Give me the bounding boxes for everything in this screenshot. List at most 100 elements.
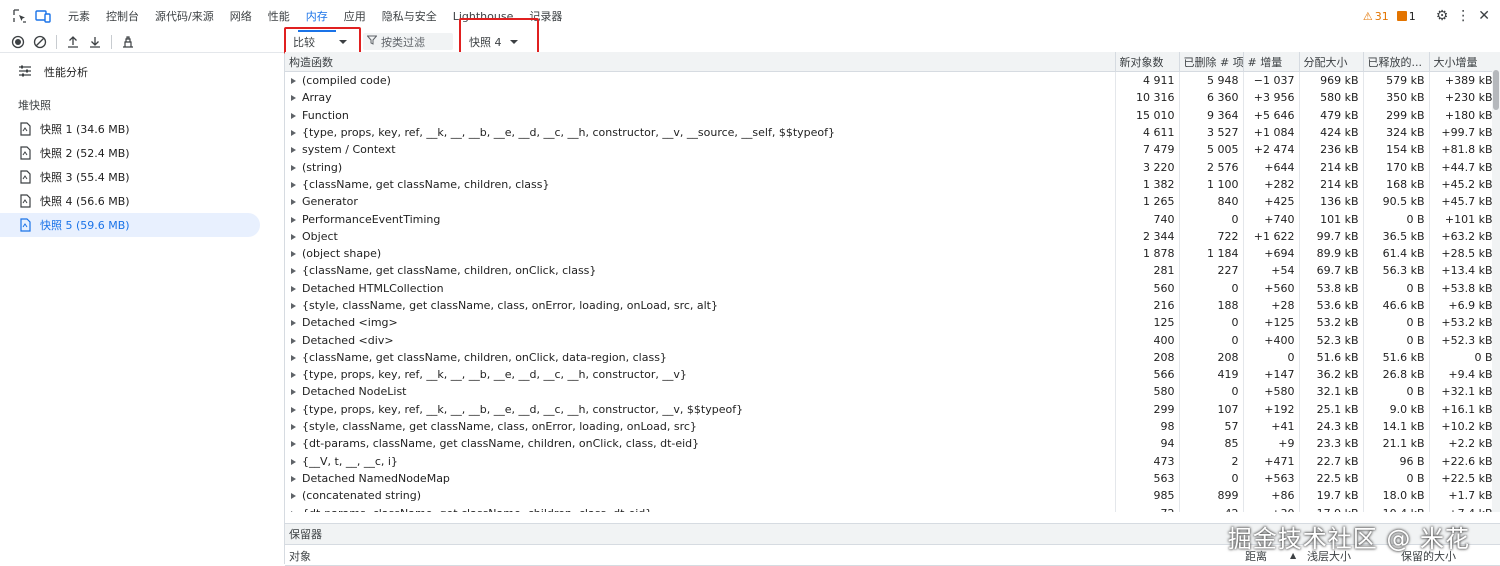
expand-arrow-icon[interactable] <box>291 251 296 258</box>
expand-arrow-icon[interactable] <box>291 389 296 396</box>
garbage-collect-icon[interactable] <box>120 34 136 50</box>
expand-arrow-icon[interactable] <box>291 372 296 379</box>
table-row[interactable]: {dt-params, className, get className, ch… <box>285 435 1498 453</box>
more-options-icon[interactable]: ⋮ <box>1456 8 1470 24</box>
table-row[interactable]: (string) 3 220 2 576 +644 214 kB 170 kB +44.7 … <box>285 158 1498 176</box>
expand-arrow-icon[interactable] <box>291 199 296 206</box>
table-row[interactable]: Detached <div> 400 0 +400 52.3 kB 0 B +52.3 kB <box>285 331 1498 349</box>
table-row[interactable]: {type, props, key, ref, __k, __, __b, __… <box>285 123 1498 142</box>
table-row[interactable]: {style, className, get className, class,… <box>285 417 1498 436</box>
column-header-2[interactable]: 已删除 # 项 <box>1179 52 1244 72</box>
tab-3[interactable]: 网络 <box>222 0 260 32</box>
value-cell: 69.7 kB <box>1299 262 1364 280</box>
expand-arrow-icon[interactable] <box>291 354 296 361</box>
vertical-scrollbar[interactable] <box>1492 52 1500 512</box>
table-row[interactable]: Object 2 344 722 +1 622 99.7 kB 36.5 kB +63.2 … <box>285 227 1498 245</box>
expand-arrow-icon[interactable] <box>291 130 296 137</box>
inspect-element-icon[interactable] <box>12 8 28 24</box>
expand-arrow-icon[interactable] <box>291 510 296 512</box>
table-row[interactable]: Generator 1 265 840 +425 136 kB 90.5 kB +45.7 … <box>285 193 1498 211</box>
expand-arrow-icon[interactable] <box>291 233 296 240</box>
download-icon[interactable] <box>87 34 103 50</box>
tab-7[interactable]: 隐私与安全 <box>374 0 445 32</box>
table-row[interactable]: {type, props, key, ref, __k, __, __b, __… <box>285 400 1498 418</box>
record-icon[interactable] <box>10 34 26 50</box>
expand-arrow-icon[interactable] <box>291 424 296 431</box>
table-row[interactable]: {className, get className, children, cla… <box>285 175 1498 194</box>
snapshot-item-1[interactable]: 快照 1 (34.6 MB) <box>0 117 260 141</box>
value-cell: 52.3 kB <box>1299 331 1364 349</box>
table-row[interactable]: Array 10 316 6 360 +3 956 580 kB 350 kB +230 k… <box>285 89 1498 107</box>
retainers-col-object[interactable]: 对象 <box>289 548 311 564</box>
value-cell: 0 <box>1179 469 1244 488</box>
value-cell: 985 <box>1115 487 1180 505</box>
expand-arrow-icon[interactable] <box>291 268 296 275</box>
close-icon[interactable]: ✕ <box>1478 8 1490 24</box>
column-header-1[interactable]: 新对象数 <box>1115 52 1180 72</box>
value-cell: 580 kB <box>1299 89 1364 107</box>
table-row[interactable]: {style, className, get className, class,… <box>285 296 1498 315</box>
table-row[interactable]: PerformanceEventTiming 740 0 +740 101 kB 0 B +… <box>285 210 1498 228</box>
clear-icon[interactable] <box>32 34 48 50</box>
tab-2[interactable]: 源代码/来源 <box>147 0 222 32</box>
expand-arrow-icon[interactable] <box>291 320 296 327</box>
expand-arrow-icon[interactable] <box>291 112 296 119</box>
expand-arrow-icon[interactable] <box>291 406 296 413</box>
expand-arrow-icon[interactable] <box>291 216 296 223</box>
snapshot-item-2[interactable]: 快照 2 (52.4 MB) <box>0 141 260 165</box>
snapshot-item-5[interactable]: 快照 5 (59.6 MB) <box>0 213 260 237</box>
constructor-cell: {style, className, get className, class,… <box>285 417 1116 436</box>
table-row[interactable]: Detached NodeList 580 0 +580 32.1 kB 0 B +32.1… <box>285 383 1498 401</box>
table-row[interactable]: Detached HTMLCollection 560 0 +560 53.8 kB 0 … <box>285 279 1498 297</box>
value-cell: +81.8 kB <box>1429 141 1498 159</box>
value-cell: +580 <box>1243 383 1300 401</box>
column-header-0[interactable]: 构造函数 <box>285 52 1116 72</box>
expand-arrow-icon[interactable] <box>291 337 296 344</box>
table-row[interactable]: Detached NamedNodeMap 563 0 +563 22.5 kB 0 B +… <box>285 469 1498 488</box>
table-row[interactable]: {dt-params, className, get className, ch… <box>285 504 1498 512</box>
tab-1[interactable]: 控制台 <box>98 0 147 32</box>
column-header-6[interactable]: 大小增量 <box>1429 52 1498 72</box>
table-row[interactable]: {className, get className, children, onC… <box>285 262 1498 280</box>
gear-icon[interactable]: ⚙ <box>1436 8 1449 24</box>
expand-arrow-icon[interactable] <box>291 181 296 188</box>
upload-icon[interactable] <box>65 34 81 50</box>
column-header-5[interactable]: 已释放的... <box>1363 52 1430 72</box>
column-header-3[interactable]: # 增量 <box>1243 52 1300 72</box>
table-row[interactable]: (object shape) 1 878 1 184 +694 89.9 kB 61.4 … <box>285 244 1498 263</box>
constructor-name: {style, className, get className, class,… <box>302 299 718 312</box>
constructor-cell: system / Context <box>285 141 1116 159</box>
expand-arrow-icon[interactable] <box>291 475 296 482</box>
top-right-status: ⚠ 31 1 ⚙ ⋮ ✕ <box>1363 0 1490 32</box>
expand-arrow-icon[interactable] <box>291 458 296 465</box>
table-row[interactable]: Function 15 010 9 364 +5 646 479 kB 299 kB +18… <box>285 106 1498 124</box>
table-row[interactable]: (concatenated string) 985 899 +86 19.7 kB 18.… <box>285 487 1498 505</box>
expand-arrow-icon[interactable] <box>291 493 296 500</box>
class-filter-input[interactable]: 按类过滤 <box>363 33 453 50</box>
device-toolbar-icon[interactable] <box>35 8 51 24</box>
table-row[interactable]: {type, props, key, ref, __k, __, __b, __… <box>285 366 1498 384</box>
snapshot-item-4[interactable]: 快照 4 (56.6 MB) <box>0 189 260 213</box>
expand-arrow-icon[interactable] <box>291 285 296 292</box>
constructor-cell: Array <box>285 89 1116 107</box>
table-row[interactable]: {className, get className, children, onC… <box>285 348 1498 367</box>
expand-arrow-icon[interactable] <box>291 147 296 154</box>
snapshot-item-3[interactable]: 快照 3 (55.4 MB) <box>0 165 260 189</box>
issue-counter[interactable]: 1 <box>1396 10 1416 23</box>
scrollbar-thumb[interactable] <box>1493 70 1499 110</box>
expand-arrow-icon[interactable] <box>291 303 296 309</box>
constructor-cell: {__V, t, __, __c, i} <box>285 452 1116 470</box>
table-row[interactable]: (compiled code) 4 911 5 948 −1 037 969 kB 579… <box>285 71 1498 90</box>
expand-arrow-icon[interactable] <box>291 164 296 171</box>
warning-counter[interactable]: ⚠ 31 <box>1363 10 1389 23</box>
expand-arrow-icon[interactable] <box>291 78 296 85</box>
table-row[interactable]: system / Context 7 479 5 005 +2 474 236 kB 15… <box>285 141 1498 159</box>
table-row[interactable]: {__V, t, __, __c, i} 473 2 +471 22.7 kB 96 B +… <box>285 452 1498 470</box>
expand-arrow-icon[interactable] <box>291 441 296 448</box>
tab-0[interactable]: 元素 <box>60 0 98 32</box>
expand-arrow-icon[interactable] <box>291 95 296 102</box>
profiles-header[interactable]: 性能分析 <box>0 57 284 87</box>
table-row[interactable]: Detached <img> 125 0 +125 53.2 kB 0 B +53.2 kB <box>285 314 1498 332</box>
value-cell: 579 kB <box>1363 71 1430 90</box>
column-header-4[interactable]: 分配大小 <box>1299 52 1364 72</box>
